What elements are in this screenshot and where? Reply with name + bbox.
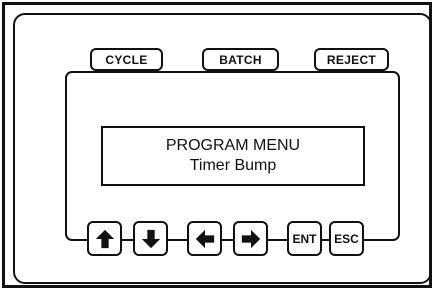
arrow-up-icon [95,229,114,248]
escape-key-label: ESC [334,231,359,246]
reject-key[interactable]: REJECT [314,48,389,71]
down-arrow-key[interactable] [133,221,168,256]
lcd-display: PROGRAM MENU Timer Bump [101,126,365,186]
arrow-down-icon [141,229,160,248]
arrow-right-icon [241,229,260,248]
left-arrow-key[interactable] [187,221,222,256]
arrow-left-icon [195,229,214,248]
cycle-key[interactable]: CYCLE [90,48,163,71]
enter-key-label: ENT [292,231,317,246]
display-line-2: Timer Bump [189,157,277,174]
batch-key[interactable]: BATCH [202,48,279,71]
enter-key[interactable]: ENT [287,221,322,256]
up-arrow-key[interactable] [87,221,122,256]
right-arrow-key[interactable] [233,221,268,256]
escape-key[interactable]: ESC [329,221,364,256]
display-line-1: PROGRAM MENU [165,137,301,154]
